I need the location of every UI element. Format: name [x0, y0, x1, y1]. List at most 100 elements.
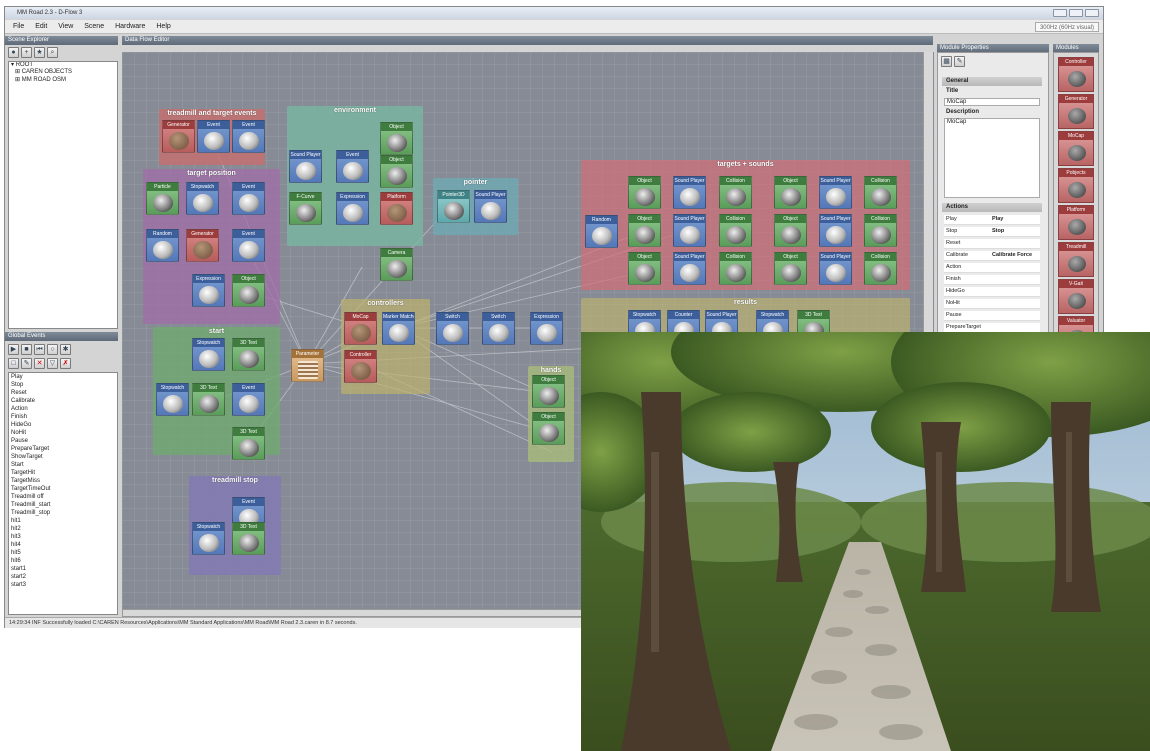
module-node[interactable]: Camera	[380, 248, 413, 281]
action-row[interactable]: Pause	[944, 311, 1040, 321]
minimize-button[interactable]	[1053, 9, 1067, 17]
module-node[interactable]: Stopwatch	[192, 338, 225, 371]
module-node[interactable]: Sound Player	[673, 214, 706, 247]
global-event-item[interactable]: hit5	[11, 549, 117, 557]
module-node[interactable]: Event	[232, 229, 265, 262]
play-icon[interactable]: ▶	[8, 344, 19, 355]
module-node[interactable]: Controller	[344, 350, 377, 383]
module-node[interactable]: Switch	[436, 312, 469, 345]
action-row[interactable]: Finish	[944, 275, 1040, 285]
global-event-item[interactable]: Pause	[11, 437, 117, 445]
remove-all-icon[interactable]: ✗	[60, 358, 71, 369]
action-row[interactable]: Action	[944, 263, 1040, 273]
global-event-item[interactable]: Treadmill_stop	[11, 509, 117, 517]
new-event-icon[interactable]: □	[8, 358, 19, 369]
global-event-item[interactable]: Action	[11, 405, 117, 413]
action-row[interactable]: Reset	[944, 239, 1040, 249]
library-module[interactable]: Pobjects	[1058, 168, 1094, 203]
global-event-item[interactable]: Treadmill_start	[11, 501, 117, 509]
module-node[interactable]: Pointer3D	[437, 190, 470, 223]
module-node[interactable]: Stopwatch	[156, 383, 189, 416]
description-field[interactable]: MoCap	[944, 118, 1040, 198]
rewind-icon[interactable]: ⏮	[34, 344, 45, 355]
module-node[interactable]: Expression	[192, 274, 225, 307]
module-node[interactable]: Stopwatch	[192, 522, 225, 555]
menu-help[interactable]: Help	[156, 23, 170, 30]
menu-edit[interactable]: Edit	[35, 23, 47, 30]
global-event-item[interactable]: start2	[11, 573, 117, 581]
module-node[interactable]: Collision	[719, 252, 752, 285]
module-node[interactable]: 3D Text	[232, 338, 265, 371]
module-node[interactable]: Generator	[186, 229, 219, 262]
module-node[interactable]: Sound Player	[673, 252, 706, 285]
module-node[interactable]: Random	[146, 229, 179, 262]
action-row[interactable]: NoHit	[944, 299, 1040, 309]
section-actions[interactable]: Actions	[942, 203, 1042, 212]
global-event-item[interactable]: start3	[11, 581, 117, 589]
action-row[interactable]: Stop Stop	[944, 227, 1040, 237]
global-event-item[interactable]: hit4	[11, 541, 117, 549]
module-node[interactable]: Sound Player	[289, 150, 322, 183]
module-node[interactable]: Object	[532, 412, 565, 445]
global-event-item[interactable]: ShowTarget	[11, 453, 117, 461]
menu-scene[interactable]: Scene	[84, 23, 104, 30]
global-event-item[interactable]: Calibrate	[11, 397, 117, 405]
module-node[interactable]: Object	[774, 176, 807, 209]
module-node[interactable]: Object	[380, 122, 413, 155]
tree-node-mm-road[interactable]: ⊞ MM ROAD OSM	[11, 77, 117, 84]
module-node[interactable]: Collision	[864, 252, 897, 285]
global-event-item[interactable]: hit6	[11, 557, 117, 565]
global-event-item[interactable]: Treadmill off	[11, 493, 117, 501]
module-node[interactable]: Object	[380, 155, 413, 188]
maximize-button[interactable]	[1069, 9, 1083, 17]
menu-file[interactable]: File	[13, 23, 24, 30]
module-node[interactable]: F-Curve	[289, 192, 322, 225]
module-node[interactable]: Event	[232, 383, 265, 416]
global-event-item[interactable]: start1	[11, 565, 117, 573]
module-node[interactable]: Generator	[162, 120, 195, 153]
properties-icon[interactable]: ▦	[941, 56, 952, 67]
library-module[interactable]: V-Gait	[1058, 279, 1094, 314]
menu-view[interactable]: View	[58, 23, 73, 30]
global-event-item[interactable]: hit2	[11, 525, 117, 533]
module-node[interactable]: Marker Matcher	[382, 312, 415, 345]
module-node[interactable]: Event	[197, 120, 230, 153]
menu-hardware[interactable]: Hardware	[115, 23, 145, 30]
global-event-item[interactable]: Start	[11, 461, 117, 469]
module-node[interactable]: Expression	[336, 192, 369, 225]
module-node[interactable]: Object	[628, 214, 661, 247]
global-event-item[interactable]: Stop	[11, 381, 117, 389]
module-node[interactable]: 3D Text	[232, 427, 265, 460]
action-row[interactable]: Play Play	[944, 215, 1040, 225]
module-node[interactable]: Collision	[864, 176, 897, 209]
module-node[interactable]: Object	[774, 214, 807, 247]
settings-icon[interactable]: ✱	[60, 344, 71, 355]
title-field[interactable]: MoCap	[944, 98, 1040, 106]
global-event-item[interactable]: hit3	[11, 533, 117, 541]
global-event-item[interactable]: PrepareTarget	[11, 445, 117, 453]
edit-icon[interactable]: ✎	[954, 56, 965, 67]
module-node[interactable]: MoCap	[344, 312, 377, 345]
module-node[interactable]: Expression	[530, 312, 563, 345]
module-node[interactable]: Switch	[482, 312, 515, 345]
global-event-item[interactable]: TargetHit	[11, 469, 117, 477]
global-event-item[interactable]: TargetTimeOut	[11, 485, 117, 493]
module-node[interactable]: Sound Player	[819, 252, 852, 285]
record-icon[interactable]: ○	[47, 344, 58, 355]
global-event-item[interactable]: Reset	[11, 389, 117, 397]
delete-event-icon[interactable]: ✕	[34, 358, 45, 369]
library-module[interactable]: Controller	[1058, 57, 1094, 92]
module-node[interactable]: Sound Player	[819, 176, 852, 209]
module-node[interactable]: Random	[585, 215, 618, 248]
global-event-item[interactable]: HideGo	[11, 421, 117, 429]
module-node[interactable]: Event	[232, 182, 265, 215]
module-node[interactable]: 3D Text	[232, 522, 265, 555]
action-row[interactable]: Calibrate Calibrate Force	[944, 251, 1040, 261]
module-node[interactable]: 3D Text	[192, 383, 225, 416]
search-icon[interactable]: ⌕	[47, 47, 58, 58]
scene-root-icon[interactable]: ●	[8, 47, 19, 58]
module-node[interactable]: Object	[232, 274, 265, 307]
library-module[interactable]: Platform	[1058, 205, 1094, 240]
close-button[interactable]	[1085, 9, 1099, 17]
stop-icon[interactable]: ■	[21, 344, 32, 355]
